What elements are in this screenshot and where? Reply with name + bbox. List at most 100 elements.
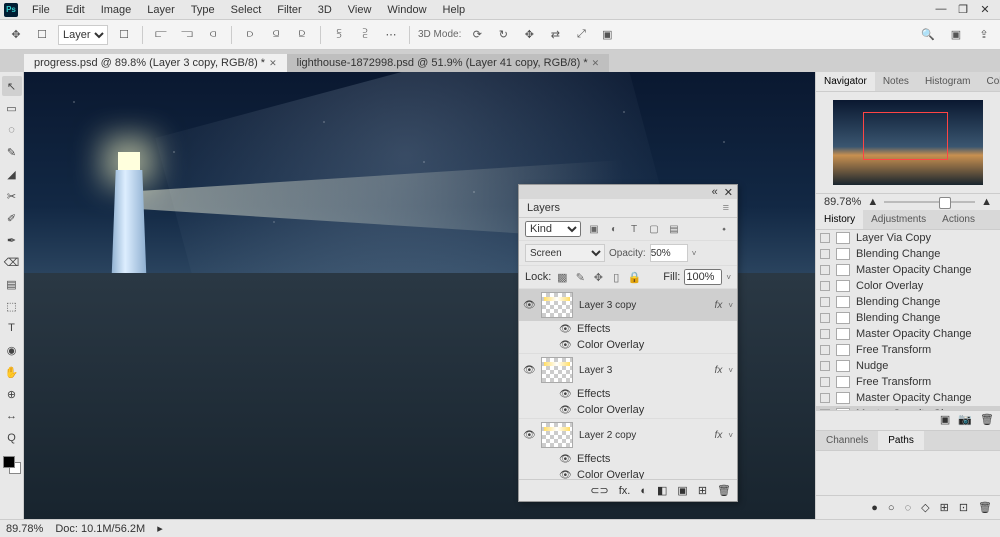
menu-help[interactable]: Help — [435, 2, 474, 18]
history-checkbox[interactable] — [820, 393, 830, 403]
hand-tool[interactable]: ✋ — [2, 362, 22, 382]
visibility-icon[interactable]: 👁 — [523, 365, 535, 376]
auto-select-dropdown[interactable]: Layer — [58, 25, 108, 45]
history-item[interactable]: Layer Via Copy — [816, 230, 1000, 246]
align-top-icon[interactable]: ⫐ — [240, 25, 260, 45]
history-item[interactable]: Master Opacity Change — [816, 262, 1000, 278]
trash-icon[interactable]: 🗑 — [980, 413, 994, 426]
more-options-icon[interactable]: ⋯ — [381, 25, 401, 45]
layers-tab-label[interactable]: Layers — [527, 202, 560, 214]
eyedropper-tool[interactable]: ✂ — [2, 186, 22, 206]
filter-smart-icon[interactable]: ▤ — [667, 222, 681, 236]
status-arrow-icon[interactable]: ▸ — [157, 522, 163, 535]
orbit-3d-icon[interactable]: ⟳ — [467, 25, 487, 45]
layer-comp-icon[interactable]: ▣ — [940, 413, 950, 426]
history-checkbox[interactable] — [820, 281, 830, 291]
menu-file[interactable]: File — [24, 2, 58, 18]
group-icon[interactable]: ▣ — [677, 484, 687, 497]
foreground-color[interactable] — [3, 456, 15, 468]
move-tool[interactable]: ↖ — [2, 76, 22, 96]
fx-badge[interactable]: fx — [715, 365, 723, 376]
document-tab-2[interactable]: lighthouse-1872998.psd @ 51.9% (Layer 41… — [287, 54, 610, 72]
history-item[interactable]: Blending Change — [816, 294, 1000, 310]
visibility-icon[interactable]: 👁 — [559, 454, 571, 465]
distribute-h-icon[interactable]: ⫓ — [329, 25, 349, 45]
visibility-icon[interactable]: 👁 — [523, 300, 535, 311]
layers-panel[interactable]: « ✕ Layers ≡ Kind ▣ ◐ T ▢ ▤ ⬩ Screen Opa… — [518, 184, 738, 502]
status-doc[interactable]: Doc: 10.1M/56.2M — [55, 523, 145, 535]
filter-toggle-icon[interactable]: ⬩ — [717, 222, 731, 236]
minimize-button[interactable]: — — [934, 3, 948, 16]
pen-tool[interactable]: ✒ — [2, 230, 22, 250]
marquee-tool[interactable]: ▭ — [2, 98, 22, 118]
snapshot-icon[interactable]: 📷 — [958, 413, 972, 426]
filter-pixel-icon[interactable]: ▣ — [587, 222, 601, 236]
lock-position-icon[interactable]: ✥ — [591, 271, 605, 284]
zoom-slider[interactable] — [884, 201, 975, 203]
zoom-out-icon[interactable]: ▲ — [867, 196, 878, 208]
zoom-tool[interactable]: ⊕ — [2, 384, 22, 404]
history-checkbox[interactable] — [820, 377, 830, 387]
layer-item[interactable]: 👁Layer 2 copyfx˅👁Effects👁Color Overlay — [519, 419, 737, 479]
align-left-icon[interactable]: ⫍ — [151, 25, 171, 45]
tab-history[interactable]: History — [816, 210, 863, 229]
distribute-v-icon[interactable]: ⫔ — [355, 25, 375, 45]
color-overlay-label[interactable]: Color Overlay — [577, 404, 644, 416]
menu-image[interactable]: Image — [93, 2, 140, 18]
close-icon[interactable]: ✕ — [269, 58, 277, 69]
tab-actions[interactable]: Actions — [934, 210, 983, 229]
tab-paths[interactable]: Paths — [878, 431, 924, 450]
camera-3d-icon[interactable]: ▣ — [597, 25, 617, 45]
lock-image-icon[interactable]: ✎ — [573, 271, 587, 284]
tab-channels[interactable]: Channels — [816, 431, 878, 450]
menu-layer[interactable]: Layer — [139, 2, 183, 18]
menu-3d[interactable]: 3D — [310, 2, 340, 18]
layer-name[interactable]: Layer 2 copy — [579, 430, 709, 441]
layer-thumbnail[interactable] — [541, 292, 573, 318]
chevron-down-icon[interactable]: ˅ — [728, 366, 733, 375]
history-checkbox[interactable] — [820, 233, 830, 243]
color-swatches[interactable] — [3, 456, 21, 474]
align-center-v-icon[interactable]: ⫑ — [266, 25, 286, 45]
history-item[interactable]: Nudge — [816, 358, 1000, 374]
opacity-input[interactable] — [650, 244, 688, 262]
close-icon[interactable]: ✕ — [724, 186, 733, 199]
lock-all-icon[interactable]: 🔒 — [627, 271, 641, 284]
history-checkbox[interactable] — [820, 265, 830, 275]
history-checkbox[interactable] — [820, 249, 830, 259]
link-path-icon[interactable]: ⊡ — [959, 501, 968, 514]
filter-type-icon[interactable]: T — [627, 222, 641, 236]
tab-navigator[interactable]: Navigator — [816, 72, 875, 91]
type-tool[interactable]: T — [2, 318, 22, 338]
gradient-tool[interactable]: ▤ — [2, 274, 22, 294]
maximize-button[interactable]: ❐ — [956, 3, 970, 16]
layers-panel-titlebar[interactable]: « ✕ — [519, 185, 737, 199]
history-checkbox[interactable] — [820, 329, 830, 339]
crop-tool[interactable]: ◢ — [2, 164, 22, 184]
status-zoom[interactable]: 89.78% — [6, 523, 43, 535]
tab-notes[interactable]: Notes — [875, 72, 917, 91]
layer-fx-icon[interactable]: fx. — [619, 485, 631, 497]
align-center-h-icon[interactable]: ⫎ — [177, 25, 197, 45]
layer-name[interactable]: Layer 3 copy — [579, 300, 709, 311]
history-item[interactable]: Free Transform — [816, 342, 1000, 358]
slide-3d-icon[interactable]: ⇄ — [545, 25, 565, 45]
history-checkbox[interactable] — [820, 313, 830, 323]
close-icon[interactable]: ✕ — [592, 58, 600, 69]
history-item[interactable]: Color Overlay — [816, 278, 1000, 294]
visibility-icon[interactable]: 👁 — [559, 324, 571, 335]
chevron-down-icon[interactable]: ˅ — [726, 273, 731, 282]
mask-path-icon[interactable]: ◇ — [921, 501, 929, 514]
shape-tool[interactable]: ⬚ — [2, 296, 22, 316]
chevron-down-icon[interactable]: ˅ — [692, 249, 697, 258]
new-path-icon[interactable]: ⊞ — [940, 501, 949, 514]
share-icon[interactable]: ⇪ — [974, 25, 994, 45]
selection-path-icon[interactable]: ◌ — [905, 502, 912, 514]
fill-input[interactable] — [684, 269, 722, 285]
history-checkbox[interactable] — [820, 297, 830, 307]
panel-menu-icon[interactable]: ≡ — [723, 202, 729, 214]
filter-shape-icon[interactable]: ▢ — [647, 222, 661, 236]
move-tool-icon[interactable]: ✥ — [6, 25, 26, 45]
visibility-icon[interactable]: 👁 — [559, 405, 571, 416]
workspace-icon[interactable]: ▣ — [946, 25, 966, 45]
